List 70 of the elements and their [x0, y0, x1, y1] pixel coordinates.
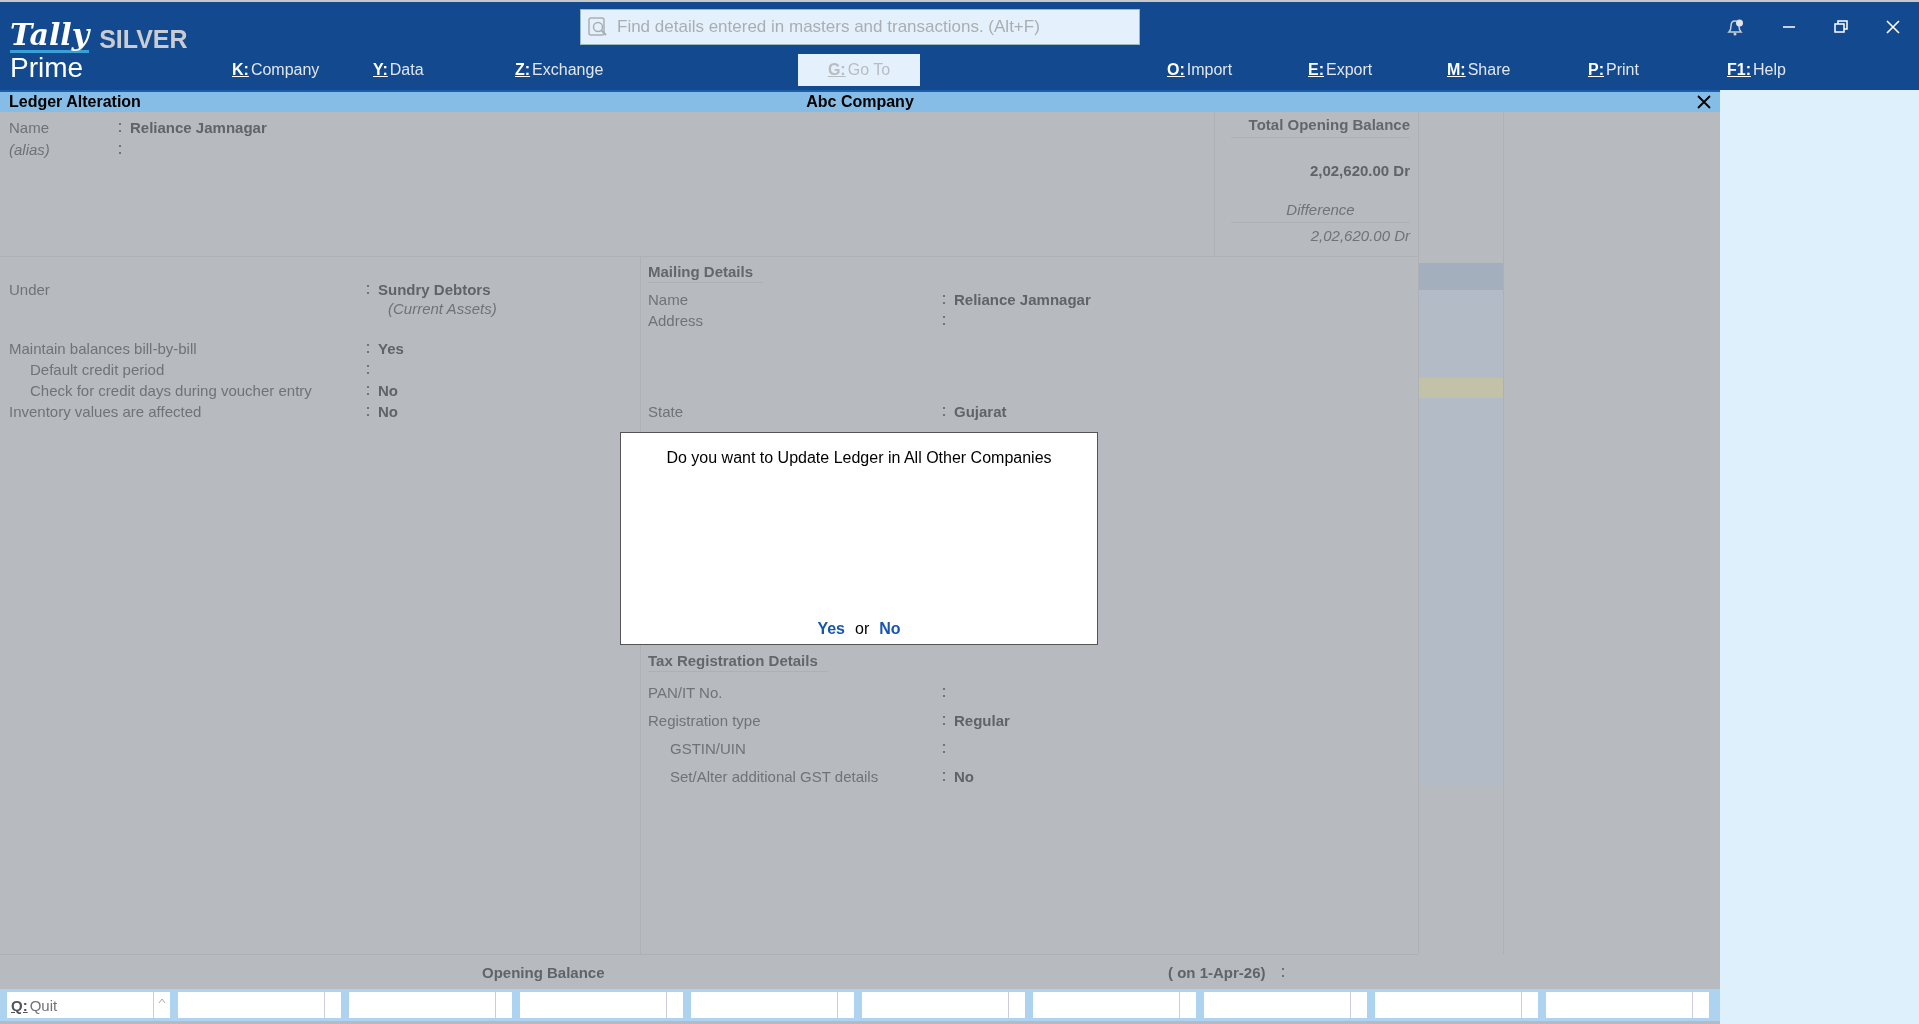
opening-balance-label: Opening Balance [482, 963, 606, 981]
product-name: Prime [10, 53, 85, 84]
colon-separator [943, 771, 945, 781]
yes-button[interactable]: Yes [815, 618, 847, 640]
menu-item[interactable]: K:Company [232, 57, 320, 83]
field-label: Default credit period [29, 361, 166, 378]
brand-logo: Tally [10, 20, 90, 54]
menu-item[interactable]: Z:Exchange [515, 57, 604, 83]
field-label: Set/Alter additional GST details [669, 767, 880, 785]
bell-icon[interactable] [1725, 17, 1745, 37]
company-name: Abc Company [806, 93, 914, 110]
function-key-button[interactable] [1546, 992, 1709, 1018]
colon-separator [943, 687, 945, 697]
no-button[interactable]: No [877, 618, 903, 640]
function-key-button[interactable]: Q:Quit [7, 992, 170, 1018]
field-label: Check for credit days during voucher entry [29, 382, 313, 399]
colon-separator [943, 316, 945, 325]
function-key-button[interactable] [349, 992, 512, 1018]
field-label: Maintain balances bill-by-bill [8, 340, 198, 357]
colon-separator [119, 122, 121, 132]
section-heading: Tax Registration Details [648, 650, 828, 672]
search-field[interactable]: Find details entered in masters and transactions. (Alt+F) [580, 9, 1140, 45]
colon-separator [367, 386, 369, 395]
section-heading: Mailing Details [648, 261, 764, 283]
colon-separator [367, 407, 369, 416]
or-text: or [855, 620, 870, 638]
colon-separator [943, 407, 945, 416]
field-label: Address [648, 312, 705, 329]
opening-date: ( on 1-Apr-26) [1168, 963, 1267, 981]
menu-item[interactable]: O:Import [1167, 57, 1233, 83]
colon-separator [943, 295, 945, 304]
function-key-button[interactable] [1375, 992, 1538, 1018]
colon-separator [119, 144, 121, 154]
restore-icon[interactable] [1833, 19, 1849, 35]
field-label: (alias) [9, 140, 51, 158]
field-label: Under [8, 281, 51, 298]
dialog-message: Do you want to Update Ledger in All Other Companies [666, 449, 1052, 467]
field-label: PAN/IT No. [648, 683, 724, 701]
field-label: Name [9, 118, 50, 136]
field-label: Name [648, 291, 689, 308]
field-label: Inventory values are affected [8, 403, 203, 420]
field-label: State [648, 403, 685, 420]
field-label: Registration type [648, 711, 762, 729]
balance-title: Total Opening Balance [1231, 112, 1410, 138]
function-key-button[interactable] [178, 992, 341, 1018]
close-icon[interactable] [1697, 95, 1711, 109]
menu-item[interactable]: M:Share [1447, 57, 1511, 83]
menu-item[interactable]: F1:Help [1727, 57, 1786, 83]
function-key-button[interactable] [1033, 992, 1196, 1018]
menu-item[interactable]: P:Print [1588, 57, 1639, 83]
colon-separator [1282, 967, 1284, 977]
difference-amount: 2,02,620.00 Dr [1309, 227, 1410, 244]
screen-title: Ledger Alteration [9, 93, 141, 111]
menu-item[interactable]: E:Export [1308, 57, 1373, 83]
colon-separator [367, 344, 369, 353]
balance-amount: 2,02,620.00 Dr [1308, 162, 1410, 179]
caret-up-icon [158, 998, 166, 1004]
function-key-button[interactable] [520, 992, 683, 1018]
edition-label: SILVER [99, 25, 188, 54]
function-key-button[interactable] [1204, 992, 1367, 1018]
colon-separator [943, 715, 945, 725]
group-note: (Current Assets) [388, 300, 497, 317]
difference-label: Difference [1231, 201, 1410, 223]
field-label: GSTIN/UIN [669, 739, 747, 757]
colon-separator [943, 743, 945, 753]
colon-separator [367, 365, 369, 374]
menu-item[interactable]: Y:Data [373, 57, 424, 83]
colon-separator [367, 285, 369, 294]
function-key-button[interactable] [691, 992, 854, 1018]
function-key-button[interactable] [862, 992, 1025, 1018]
